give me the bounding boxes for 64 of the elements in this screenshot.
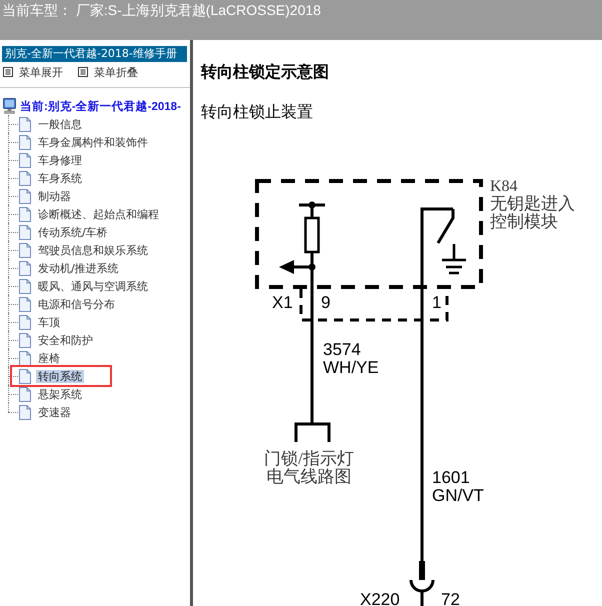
junction-dot bbox=[308, 264, 316, 270]
document-icon bbox=[19, 404, 31, 420]
document-icon bbox=[19, 116, 31, 132]
tree-item[interactable]: 车身系统 bbox=[36, 172, 84, 184]
resistor-symbol bbox=[304, 216, 320, 254]
tree-item[interactable]: 车身修理 bbox=[36, 154, 84, 166]
tree-item[interactable]: 诊断概述、起始点和编程 bbox=[36, 208, 161, 220]
reference-label: 门锁/指示灯 电气线路图 bbox=[264, 449, 354, 486]
wire-color-label: GN/VT bbox=[432, 486, 484, 505]
pin-number-label: 9 bbox=[321, 293, 330, 312]
document-icon bbox=[19, 368, 31, 384]
document-icon bbox=[19, 314, 31, 330]
document-icon bbox=[19, 332, 31, 348]
module-name-label: 无钥匙进入 控制模块 bbox=[490, 194, 575, 231]
circuit-number-label: 1601 bbox=[432, 468, 470, 487]
list-icon bbox=[78, 67, 88, 77]
tree-item[interactable]: 电源和信号分布 bbox=[36, 298, 117, 310]
document-icon bbox=[19, 278, 31, 294]
computer-icon bbox=[3, 98, 16, 114]
document-icon bbox=[19, 350, 31, 366]
branch-symbol bbox=[294, 422, 330, 442]
list-icon bbox=[3, 67, 13, 77]
module-code-label: K84 bbox=[490, 178, 518, 195]
tree-item[interactable]: 悬架系统 bbox=[36, 388, 84, 400]
tree-item[interactable]: 变速器 bbox=[36, 406, 73, 418]
tree-item[interactable]: 驾驶员信息和娱乐系统 bbox=[36, 244, 150, 256]
pin-number-label: 72 bbox=[441, 590, 460, 606]
document-icon bbox=[19, 386, 31, 402]
tree-item[interactable]: 制动器 bbox=[36, 190, 73, 202]
document-icon bbox=[19, 206, 31, 222]
pin-number-label: 1 bbox=[432, 293, 442, 312]
connector-pin-symbol bbox=[410, 561, 434, 606]
connector-label: X1 bbox=[272, 293, 293, 312]
tree-item[interactable]: 座椅 bbox=[36, 352, 62, 364]
manual-title-bar: 别克-全新一代君越-2018-维修手册 bbox=[2, 46, 187, 62]
document-icon bbox=[19, 188, 31, 204]
document-icon bbox=[19, 134, 31, 150]
terminal-symbol bbox=[299, 202, 325, 208]
current-model-label: 当前车型： 厂家:S-上海别克君越(LaCROSSE)2018 bbox=[1, 1, 321, 19]
switch-symbol bbox=[436, 209, 454, 244]
tree-item[interactable]: 一般信息 bbox=[36, 118, 84, 130]
menu-toggle-link[interactable]: 菜单折叠 bbox=[78, 64, 138, 80]
wire-color-label: WH/YE bbox=[323, 358, 379, 377]
tree-item[interactable]: 发动机/推进系统 bbox=[36, 262, 121, 274]
tree-item[interactable]: 车身金属构件和装饰件 bbox=[36, 136, 150, 148]
tree-item[interactable]: 暖风、通风与空调系统 bbox=[36, 280, 150, 292]
tree-root-label[interactable]: 当前:别克-全新一代君越-2018- bbox=[20, 98, 181, 114]
connector-label: X220 bbox=[360, 590, 400, 606]
diagram-subtitle: 转向柱锁止装置 bbox=[201, 102, 314, 122]
tree-item[interactable]: 安全和防护 bbox=[36, 334, 95, 346]
document-icon bbox=[19, 296, 31, 312]
document-icon bbox=[19, 260, 31, 276]
document-icon bbox=[19, 242, 31, 258]
output-arrow bbox=[279, 260, 309, 274]
diagram-title: 转向柱锁定示意图 bbox=[201, 62, 330, 82]
document-icon bbox=[19, 170, 31, 186]
document-icon bbox=[19, 152, 31, 168]
ground-symbol bbox=[442, 244, 466, 274]
tree-item[interactable]: 传动系统/车桥 bbox=[36, 226, 110, 238]
circuit-number-label: 3574 bbox=[323, 340, 361, 359]
document-icon bbox=[19, 224, 31, 240]
tree-item[interactable]: 车顶 bbox=[36, 316, 62, 328]
tree-item[interactable]: 转向系统 bbox=[36, 370, 84, 382]
menu-toggle-link[interactable]: 菜单展开 bbox=[3, 64, 63, 80]
